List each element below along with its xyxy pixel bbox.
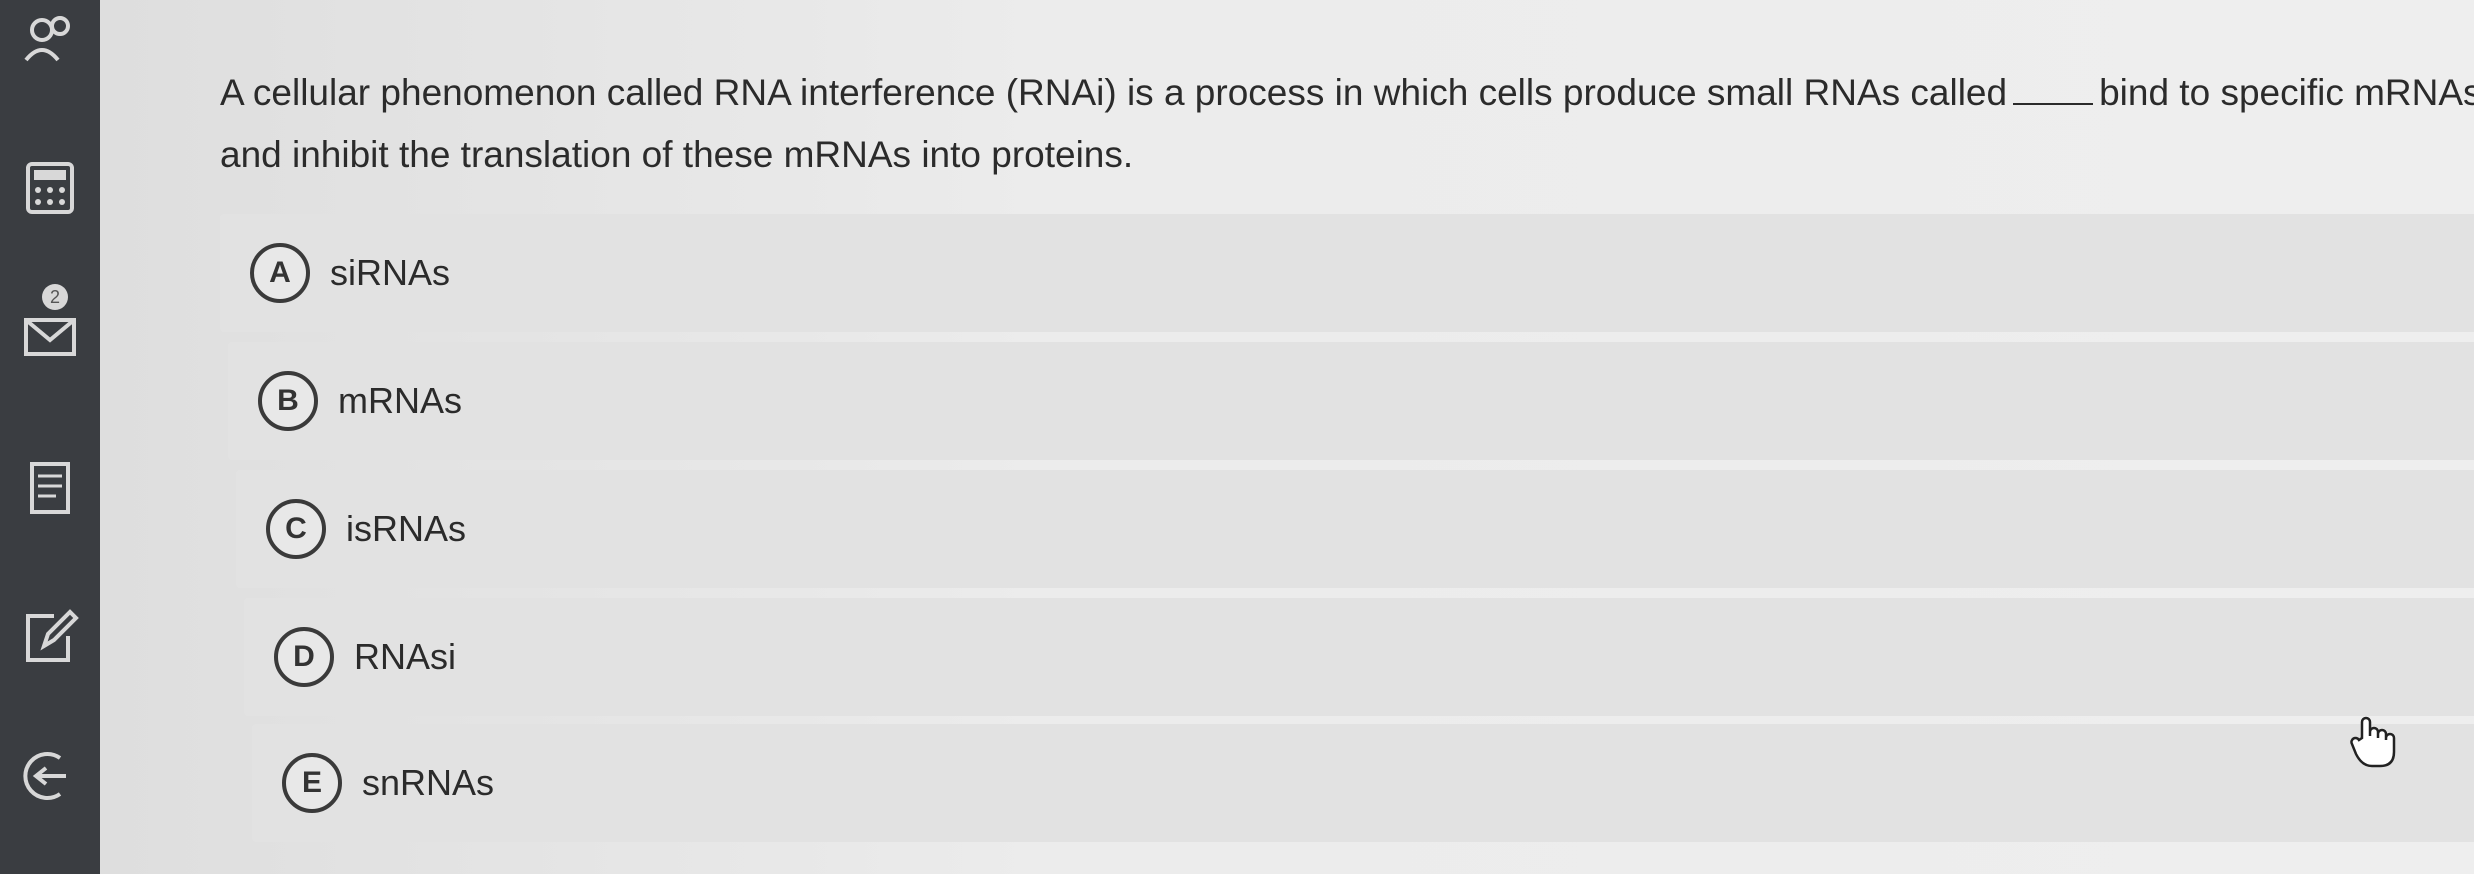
calculator-icon[interactable] [0, 148, 100, 228]
people-icon[interactable] [0, 0, 100, 80]
exit-icon[interactable] [0, 736, 100, 816]
mail-badge: 2 [42, 284, 68, 310]
option-letter: A [250, 243, 310, 303]
option-e[interactable]: E snRNAs [252, 724, 2474, 842]
hand-cursor-icon [2350, 716, 2396, 768]
option-letter: D [274, 627, 334, 687]
option-d[interactable]: D RNAsi [244, 598, 2474, 716]
option-label: siRNAs [330, 252, 451, 293]
option-label: RNAsi [354, 636, 457, 677]
option-letter: E [282, 753, 342, 813]
option-label: snRNAs [362, 762, 495, 803]
option-c[interactable]: C isRNAs [236, 470, 2474, 588]
option-letter: C [266, 499, 326, 559]
option-letter: B [258, 371, 318, 431]
option-label: mRNAs [338, 380, 462, 421]
question-panel: A cellular phenomenon called RNA interfe… [100, 0, 2474, 874]
option-b[interactable]: B mRNAs [228, 342, 2474, 460]
option-a[interactable]: A siRNAs [220, 214, 2474, 332]
notes-icon[interactable] [0, 448, 100, 528]
question-text: A cellular phenomenon called RNA interfe… [220, 62, 2474, 186]
left-sidebar: 2 [0, 0, 100, 874]
question-text-before: A cellular phenomenon called RNA interfe… [220, 72, 2008, 113]
option-label: isRNAs [346, 508, 467, 549]
answer-blank [2013, 75, 2094, 105]
edit-icon[interactable] [0, 598, 100, 678]
